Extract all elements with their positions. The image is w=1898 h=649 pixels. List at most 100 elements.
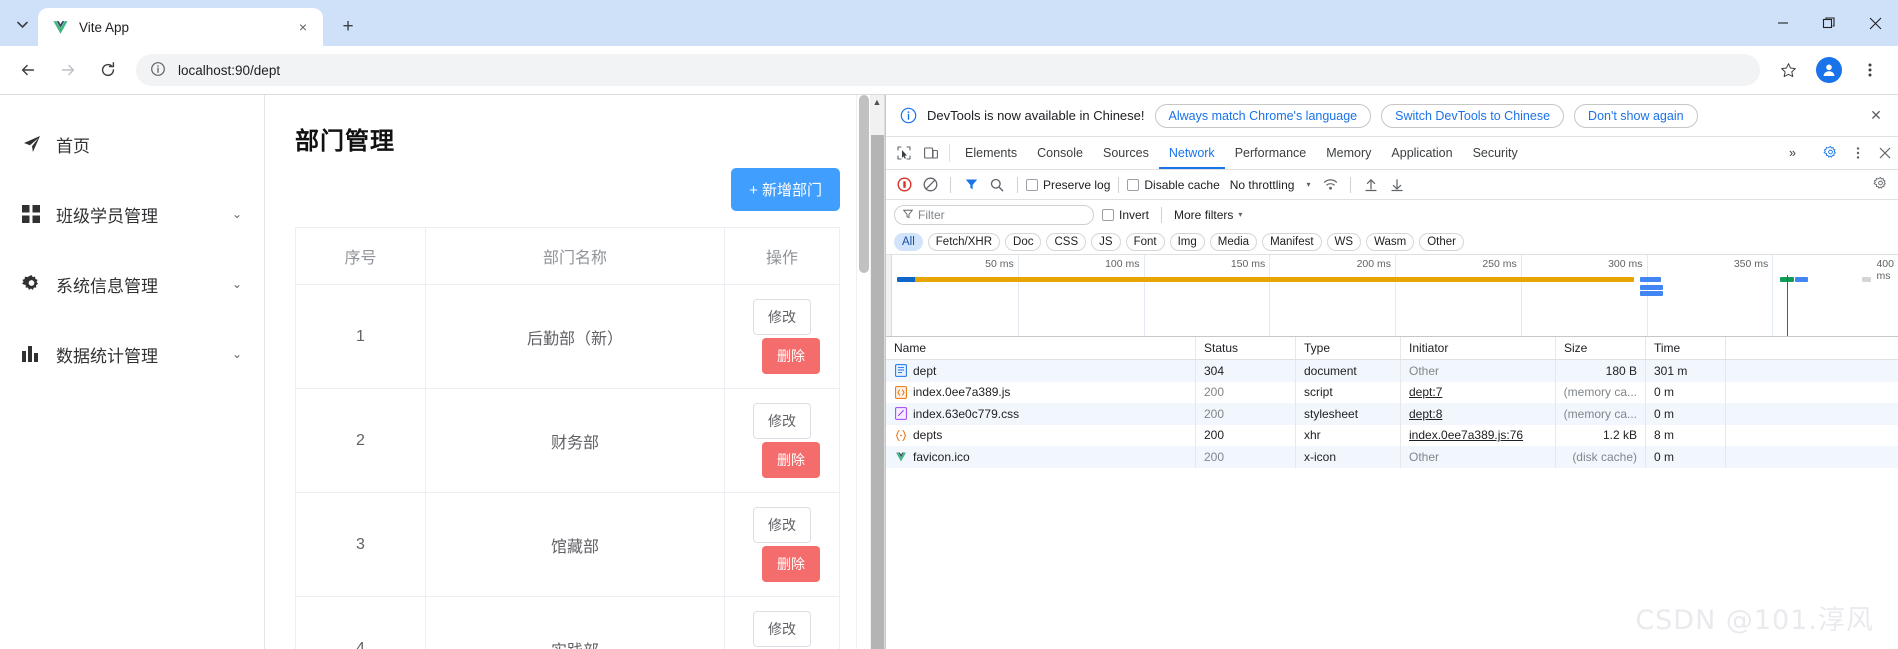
initiator-link[interactable]: index.0ee7a389.js:76 [1409, 428, 1523, 442]
delete-button[interactable]: 删除 [762, 546, 820, 582]
tab-memory[interactable]: Memory [1316, 137, 1381, 169]
scroll-up-arrow-icon[interactable]: ▲ [870, 97, 884, 107]
banner-close-icon[interactable]: ✕ [1864, 104, 1888, 128]
delete-button[interactable]: 删除 [762, 338, 820, 374]
network-settings-gear-icon[interactable] [1868, 173, 1892, 197]
request-name-cell[interactable]: dept [886, 360, 1196, 382]
type-filter-fetch-xhr[interactable]: Fetch/XHR [927, 232, 1001, 251]
new-tab-button[interactable]: + [333, 12, 363, 42]
request-name-cell[interactable]: favicon.ico [886, 446, 1196, 468]
type-filter-media[interactable]: Media [1209, 232, 1258, 251]
network-request-row[interactable]: index.63e0c779.css 200 stylesheet dept:8… [886, 403, 1898, 425]
type-filter-img[interactable]: Img [1169, 232, 1205, 251]
type-filter-font[interactable]: Font [1125, 232, 1165, 251]
request-name-cell[interactable]: index.0ee7a389.js [886, 381, 1196, 403]
page-scrollbar-thumb[interactable] [859, 95, 869, 273]
sidebar-item-data-stats-mgmt[interactable]: 数据统计管理 ⌄ [0, 319, 264, 389]
request-name-cell[interactable]: depts [886, 424, 1196, 446]
type-filter-css[interactable]: CSS [1046, 232, 1087, 251]
network-request-row[interactable]: depts 200 xhr index.0ee7a389.js:76 1.2 k… [886, 424, 1898, 446]
always-match-language-button[interactable]: Always match Chrome's language [1154, 103, 1372, 128]
bookmark-star-icon[interactable] [1771, 53, 1805, 87]
tab-sources[interactable]: Sources [1093, 137, 1159, 169]
type-filter-manifest[interactable]: Manifest [1262, 232, 1322, 251]
filter-input[interactable]: Filter [894, 204, 1094, 225]
device-toolbar-icon[interactable] [917, 137, 944, 169]
clear-icon[interactable] [918, 173, 942, 197]
kebab-menu-icon[interactable] [1844, 146, 1871, 160]
grid-column-initiator[interactable]: Initiator [1401, 337, 1556, 359]
network-overview-timeline[interactable]: 50 ms 100 ms 150 ms 200 ms 250 ms 300 ms… [886, 255, 1898, 337]
initiator-link[interactable]: dept:7 [1409, 385, 1442, 399]
record-stop-icon[interactable] [892, 173, 916, 197]
gear-icon[interactable] [1817, 145, 1844, 161]
tab-close-icon[interactable]: × [293, 17, 313, 37]
edit-button[interactable]: 修改 [753, 403, 811, 439]
inspect-element-icon[interactable] [890, 137, 917, 169]
chrome-menu-icon[interactable] [1853, 53, 1887, 87]
type-filter-doc[interactable]: Doc [1005, 232, 1042, 251]
more-tabs-chevron-icon[interactable]: » [1779, 146, 1806, 160]
tab-search-chevron-icon[interactable] [8, 10, 36, 38]
forward-icon[interactable] [51, 53, 85, 87]
invert-checkbox[interactable]: Invert [1102, 208, 1149, 222]
overview-body[interactable]: 50 ms 100 ms 150 ms 200 ms 250 ms 300 ms… [892, 255, 1898, 336]
address-bar[interactable]: localhost:90/dept [136, 54, 1760, 86]
type-filter-other[interactable]: Other [1419, 232, 1464, 251]
import-har-icon[interactable] [1359, 173, 1383, 197]
grid-column-type[interactable]: Type [1296, 337, 1401, 359]
sidebar-item-home[interactable]: 首页 [0, 109, 264, 179]
preserve-log-checkbox[interactable]: Preserve log [1026, 178, 1110, 192]
request-name-cell[interactable]: index.63e0c779.css [886, 403, 1196, 425]
request-initiator[interactable]: dept:7 [1401, 381, 1556, 403]
edit-button[interactable]: 修改 [753, 507, 811, 543]
type-filter-all[interactable]: All [894, 232, 923, 251]
more-filters-dropdown[interactable]: More filters ▾ [1174, 208, 1242, 222]
dont-show-again-button[interactable]: Don't show again [1574, 103, 1698, 128]
grid-column-time[interactable]: Time [1646, 337, 1726, 359]
filter-icon[interactable] [959, 173, 983, 197]
page-scrollbar[interactable] [856, 95, 870, 649]
switch-devtools-language-button[interactable]: Switch DevTools to Chinese [1381, 103, 1565, 128]
devtools-scrollbar-thumb[interactable] [871, 135, 884, 649]
window-close-icon[interactable] [1852, 3, 1898, 43]
grid-column-size[interactable]: Size [1556, 337, 1646, 359]
tab-application[interactable]: Application [1381, 137, 1462, 169]
network-request-row[interactable]: dept 304 document Other 180 B 301 m [886, 360, 1898, 382]
tab-performance[interactable]: Performance [1225, 137, 1317, 169]
export-har-icon[interactable] [1385, 173, 1409, 197]
chevron-down-icon[interactable]: ▾ [1306, 180, 1310, 189]
network-conditions-icon[interactable] [1318, 173, 1342, 197]
window-maximize-icon[interactable] [1806, 3, 1852, 43]
delete-button[interactable]: 删除 [762, 442, 820, 478]
network-request-row[interactable]: favicon.ico 200 x-icon Other (disk cache… [886, 446, 1898, 468]
throttling-select[interactable]: No throttling [1230, 178, 1295, 192]
edit-button[interactable]: 修改 [753, 299, 811, 335]
back-icon[interactable] [11, 53, 45, 87]
type-filter-js[interactable]: JS [1091, 232, 1121, 251]
devtools-vertical-scrollbar[interactable]: ▲ [870, 95, 885, 649]
tab-elements[interactable]: Elements [955, 137, 1027, 169]
network-request-row[interactable]: index.0ee7a389.js 200 script dept:7 (mem… [886, 381, 1898, 403]
type-filter-ws[interactable]: WS [1326, 232, 1362, 251]
type-filter-wasm[interactable]: Wasm [1366, 232, 1415, 251]
tab-network[interactable]: Network [1159, 137, 1225, 169]
disable-cache-checkbox[interactable]: Disable cache [1127, 178, 1220, 192]
site-info-icon[interactable] [150, 61, 168, 79]
tab-security[interactable]: Security [1463, 137, 1528, 169]
grid-column-status[interactable]: Status [1196, 337, 1296, 359]
window-minimize-icon[interactable] [1760, 3, 1806, 43]
browser-tab[interactable]: Vite App × [38, 8, 323, 46]
request-initiator[interactable]: dept:8 [1401, 403, 1556, 425]
grid-column-name[interactable]: Name [886, 337, 1196, 359]
sidebar-item-class-student-mgmt[interactable]: 班级学员管理 ⌄ [0, 179, 264, 249]
search-icon[interactable] [985, 173, 1009, 197]
tab-console[interactable]: Console [1027, 137, 1093, 169]
close-devtools-icon[interactable] [1871, 147, 1898, 159]
reload-icon[interactable] [91, 53, 125, 87]
edit-button[interactable]: 修改 [753, 611, 811, 647]
sidebar-item-system-info-mgmt[interactable]: 系统信息管理 ⌄ [0, 249, 264, 319]
initiator-link[interactable]: dept:8 [1409, 407, 1442, 421]
add-department-button[interactable]: + 新增部门 [731, 168, 840, 211]
profile-avatar[interactable] [1816, 57, 1842, 83]
